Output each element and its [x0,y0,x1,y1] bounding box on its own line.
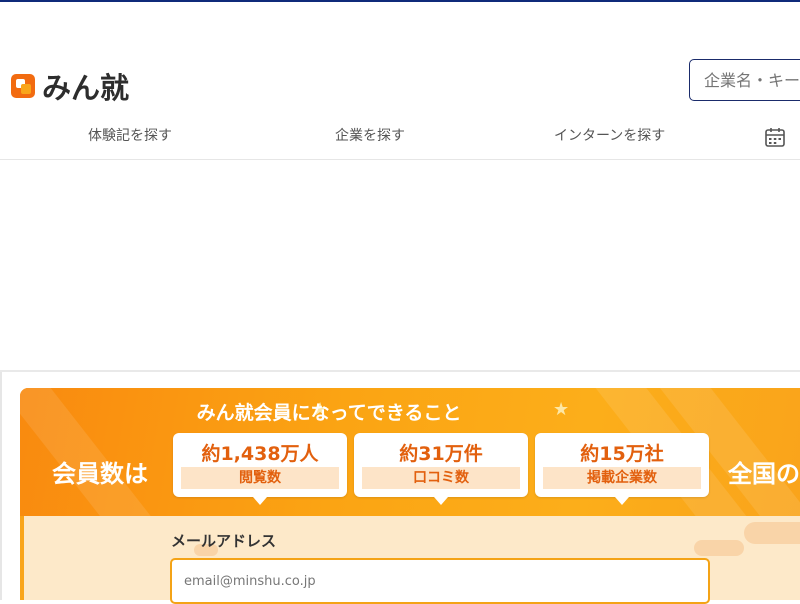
section-divider [0,370,800,372]
stat-card-companies: 約15万社 掲載企業数 [535,433,709,505]
stat-label: 閲覧数 [181,467,339,489]
stat-value: 約15万社 [580,443,664,465]
banner-title: みん就会員になってできること [196,402,462,424]
nav-item-internships[interactable]: インターンを探す [554,125,665,145]
nav-item-experiences[interactable]: 体験記を探す [88,125,172,145]
stat-label: 掲載企業数 [543,467,701,489]
banner-left-text: 会員数は [52,460,148,488]
section-left-border [0,372,2,600]
banner-right-text: 全国の学生 [728,460,800,488]
logo-mark-icon [11,74,35,98]
calendar-icon[interactable] [764,126,786,148]
stat-card-views: 約1,438万人 閲覧数 [173,433,347,505]
stat-value: 約31万件 [399,443,483,465]
logo-text: みん就 [42,71,130,105]
cloud-decoration [694,540,744,556]
top-accent-bar [0,0,800,2]
stat-card-reviews: 約31万件 口コミ数 [354,433,528,505]
main-nav: 体験記を探す 企業を探す インターンを探す [0,113,800,160]
star-icon: ★ [553,399,570,420]
email-field-label: メールアドレス [171,532,277,550]
site-logo[interactable]: みん就 [10,66,129,106]
cloud-decoration [744,522,800,544]
stat-label: 口コミ数 [362,467,520,489]
search-input[interactable] [689,59,800,101]
stat-value: 約1,438万人 [201,443,319,465]
email-field[interactable] [170,558,710,604]
nav-item-companies[interactable]: 企業を探す [335,125,405,145]
banner-header: ★ みん就会員になってできること ★ 会員数は 約1,438万人 閲覧数 約31… [20,388,800,516]
